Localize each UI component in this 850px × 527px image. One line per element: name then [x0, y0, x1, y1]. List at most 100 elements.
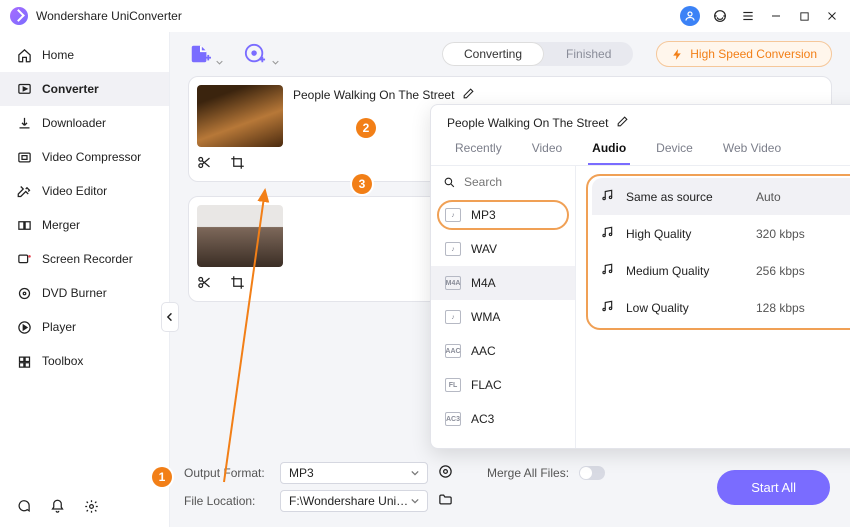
sidebar-item-toolbox[interactable]: Toolbox — [0, 344, 169, 378]
feedback-icon[interactable] — [16, 499, 32, 515]
add-dvd-button[interactable] — [244, 43, 272, 65]
merger-icon — [16, 217, 32, 233]
file-location-label: File Location: — [184, 494, 270, 508]
sidebar-item-label: Player — [42, 320, 76, 334]
merge-toggle[interactable] — [579, 466, 605, 480]
format-wav[interactable]: ♪WAV — [431, 232, 575, 266]
format-mp3[interactable]: ♪MP3 — [431, 198, 575, 232]
collapse-toggle[interactable] — [161, 302, 179, 332]
format-aac[interactable]: AACAAC — [431, 334, 575, 368]
trim-icon[interactable] — [197, 275, 212, 293]
converter-icon — [16, 81, 32, 97]
add-file-button[interactable] — [188, 43, 216, 65]
tab-recently[interactable]: Recently — [451, 141, 506, 165]
download-icon — [16, 115, 32, 131]
audio-icon — [600, 299, 616, 316]
audio-icon — [600, 225, 616, 242]
recorder-icon — [16, 251, 32, 267]
title-bar: Wondershare UniConverter — [0, 0, 850, 32]
tab-device[interactable]: Device — [652, 141, 697, 165]
audio-file-icon: ♪ — [445, 242, 461, 256]
account-icon[interactable] — [680, 6, 700, 26]
compress-icon — [16, 149, 32, 165]
sidebar-item-label: Home — [42, 48, 74, 62]
rename-icon[interactable] — [616, 115, 629, 131]
quality-high[interactable]: High Quality 320 kbps — [592, 215, 850, 252]
player-icon — [16, 319, 32, 335]
app-logo — [10, 7, 28, 25]
sidebar-item-editor[interactable]: Video Editor — [0, 174, 169, 208]
file-location-select[interactable]: F:\Wondershare UniConverter — [280, 490, 428, 512]
close-icon[interactable] — [824, 8, 840, 24]
format-search[interactable] — [431, 166, 575, 198]
format-wma[interactable]: ♪WMA — [431, 300, 575, 334]
media-title: People Walking On The Street — [293, 88, 454, 102]
sidebar-item-merger[interactable]: Merger — [0, 208, 169, 242]
quality-medium[interactable]: Medium Quality 256 kbps — [592, 252, 850, 289]
tab-finished[interactable]: Finished — [544, 42, 633, 66]
format-flac[interactable]: FLFLAC — [431, 368, 575, 402]
maximize-icon[interactable] — [796, 8, 812, 24]
toolbar: Converting Finished High Speed Conversio… — [170, 32, 850, 76]
quality-list: Same as source Auto High Quality 320 kbp… — [576, 166, 850, 448]
sidebar-item-player[interactable]: Player — [0, 310, 169, 344]
settings-icon[interactable] — [84, 499, 100, 515]
sidebar-item-label: Screen Recorder — [42, 252, 133, 266]
thumbnail[interactable] — [197, 85, 283, 147]
step-badge-1: 1 — [152, 467, 172, 487]
popup-title: People Walking On The Street — [447, 116, 608, 130]
trim-icon[interactable] — [197, 155, 212, 173]
output-format-label: Output Format: — [184, 466, 270, 480]
merge-label: Merge All Files: — [487, 466, 569, 480]
sidebar-item-downloader[interactable]: Downloader — [0, 106, 169, 140]
sidebar: Home Converter Downloader Video Compress… — [0, 32, 170, 527]
status-segmented: Converting Finished — [442, 42, 633, 66]
sidebar-item-label: Toolbox — [42, 354, 83, 368]
crop-icon[interactable] — [230, 275, 245, 293]
format-m4a[interactable]: M4AM4A — [431, 266, 575, 300]
sidebar-item-home[interactable]: Home — [0, 38, 169, 72]
minimize-icon[interactable] — [768, 8, 784, 24]
format-popup: People Walking On The Street Recently Vi… — [430, 104, 850, 449]
sidebar-item-label: Video Compressor — [42, 150, 141, 164]
audio-file-icon: ♪ — [445, 310, 461, 324]
sidebar-item-label: Converter — [42, 82, 99, 96]
disc-icon — [16, 285, 32, 301]
start-all-button[interactable]: Start All — [717, 470, 830, 505]
search-input[interactable] — [462, 174, 552, 190]
editor-icon — [16, 183, 32, 199]
tab-web-video[interactable]: Web Video — [719, 141, 785, 165]
step-badge-3: 3 — [352, 174, 372, 194]
format-list: ♪MP3 ♪WAV M4AM4A ♪WMA AACAAC FLFLAC AC3A… — [431, 166, 576, 448]
audio-file-icon: AC3 — [445, 412, 461, 426]
crop-icon[interactable] — [230, 155, 245, 173]
format-ac3[interactable]: AC3AC3 — [431, 402, 575, 436]
step-badge-2: 2 — [356, 118, 376, 138]
support-icon[interactable] — [712, 8, 728, 24]
high-speed-button[interactable]: High Speed Conversion — [656, 41, 832, 67]
sidebar-item-converter[interactable]: Converter — [0, 72, 169, 106]
home-icon — [16, 47, 32, 63]
output-format-value: MP3 — [289, 466, 314, 480]
output-settings-icon[interactable] — [438, 464, 453, 482]
output-format-select[interactable]: MP3 — [280, 462, 428, 484]
open-folder-icon[interactable] — [438, 492, 453, 510]
high-speed-label: High Speed Conversion — [690, 47, 817, 61]
sidebar-item-recorder[interactable]: Screen Recorder — [0, 242, 169, 276]
menu-icon[interactable] — [740, 8, 756, 24]
tab-converting[interactable]: Converting — [442, 42, 544, 66]
sidebar-item-dvd[interactable]: DVD Burner — [0, 276, 169, 310]
quality-low[interactable]: Low Quality 128 kbps — [592, 289, 850, 326]
sidebar-item-label: Downloader — [42, 116, 106, 130]
rename-icon[interactable] — [462, 87, 475, 103]
thumbnail[interactable] — [197, 205, 283, 267]
quality-same-as-source[interactable]: Same as source Auto — [592, 178, 850, 215]
sidebar-item-compressor[interactable]: Video Compressor — [0, 140, 169, 174]
notification-icon[interactable] — [50, 499, 66, 515]
tab-audio[interactable]: Audio — [588, 141, 630, 165]
sidebar-item-label: Video Editor — [42, 184, 107, 198]
sidebar-item-label: DVD Burner — [42, 286, 107, 300]
tab-video[interactable]: Video — [528, 141, 566, 165]
toolbox-icon — [16, 353, 32, 369]
content-area: Converting Finished High Speed Conversio… — [170, 32, 850, 527]
